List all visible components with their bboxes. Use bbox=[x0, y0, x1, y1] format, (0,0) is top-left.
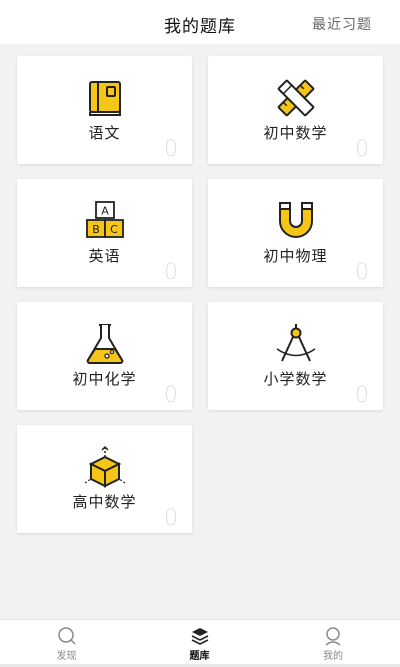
tab-discover[interactable]: 发现 bbox=[0, 620, 133, 667]
cube-icon bbox=[83, 445, 127, 489]
bottom-tab-bar: 发现 题库 我的 bbox=[0, 619, 400, 667]
subject-card-junior-physics[interactable]: 初中物理 0 bbox=[208, 179, 383, 287]
subject-count: 0 bbox=[164, 137, 178, 162]
subject-card-english[interactable]: A B C 英语 0 bbox=[17, 179, 192, 287]
tab-label: 发现 bbox=[56, 651, 77, 662]
subject-card-senior-math[interactable]: 高中数学 0 bbox=[17, 425, 192, 533]
subject-count: 0 bbox=[164, 506, 178, 531]
abc-blocks-icon: A B C bbox=[83, 199, 127, 243]
tab-mine[interactable]: 我的 bbox=[266, 620, 400, 667]
compass-icon bbox=[274, 322, 318, 366]
subject-card-junior-chemistry[interactable]: 初中化学 0 bbox=[17, 302, 192, 410]
svg-text:A: A bbox=[101, 205, 109, 218]
tab-label: 题库 bbox=[189, 651, 210, 662]
discover-icon bbox=[57, 626, 77, 646]
recent-exercises-link[interactable]: 最近习题 bbox=[312, 14, 372, 34]
ruler-pencil-icon bbox=[274, 76, 318, 120]
magnet-icon bbox=[274, 199, 318, 243]
tab-question-bank[interactable]: 题库 bbox=[133, 620, 266, 667]
tab-label: 我的 bbox=[323, 651, 343, 662]
subject-card-chinese[interactable]: 语文 0 bbox=[17, 56, 192, 164]
book-icon bbox=[83, 76, 127, 120]
layers-icon bbox=[190, 626, 210, 646]
subject-count: 0 bbox=[164, 260, 178, 285]
header: 我的题库 最近习题 bbox=[0, 0, 400, 44]
subject-count: 0 bbox=[355, 137, 369, 162]
flask-icon bbox=[83, 322, 127, 366]
subject-card-junior-math[interactable]: 初中数学 0 bbox=[208, 56, 383, 164]
svg-text:B: B bbox=[92, 223, 100, 236]
subject-count: 0 bbox=[355, 383, 369, 408]
subject-count: 0 bbox=[164, 383, 178, 408]
subject-count: 0 bbox=[355, 260, 369, 285]
profile-icon bbox=[323, 626, 343, 646]
subject-card-primary-math[interactable]: 小学数学 0 bbox=[208, 302, 383, 410]
svg-text:C: C bbox=[110, 223, 118, 236]
app-root: 我的题库 最近习题 语文 0 初中数学 0 A B C 英语 0 初中物理 0 … bbox=[0, 0, 400, 667]
